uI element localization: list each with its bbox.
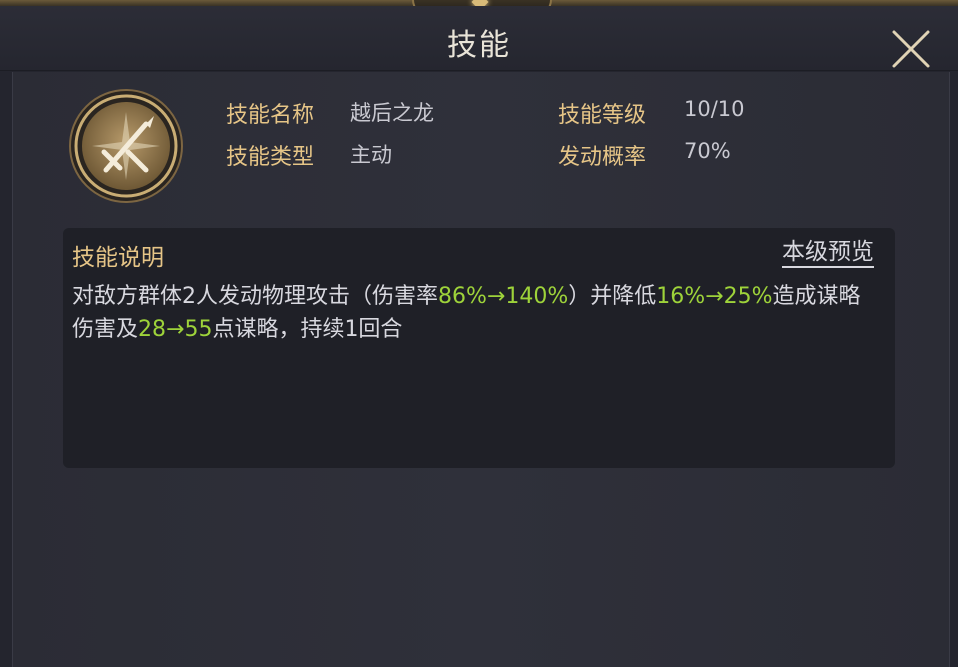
dialog-header: 技能 [0, 6, 958, 71]
dialog-title: 技能 [447, 28, 511, 63]
skill-name-label: 技能名称 [226, 103, 315, 128]
skill-name-value: 越后之龙 [350, 101, 434, 125]
strategy-highlight: 28→55 [138, 317, 213, 342]
level-preview-link[interactable]: 本级预览 [782, 238, 874, 268]
description-text: 对敌方群体2人发动物理攻击（伤害率86%→140%）并降低16%→25%造成谋略… [72, 280, 872, 346]
skill-level-label: 技能等级 [558, 103, 647, 128]
reduction-highlight: 16%→25% [656, 284, 773, 309]
trigger-rate-value: 70% [684, 139, 731, 163]
skill-type-label: 技能类型 [226, 145, 315, 170]
description-segment: ）并降低 [568, 284, 657, 309]
description-segment: 点谋略，持续1回合 [212, 317, 403, 342]
close-button[interactable] [888, 26, 934, 72]
description-title: 技能说明 [72, 245, 164, 271]
skill-crossed-swords-icon [68, 88, 184, 204]
close-icon [892, 30, 930, 68]
damage-rate-highlight: 86%→140% [438, 284, 569, 309]
skill-type-value: 主动 [350, 143, 392, 167]
description-segment: 对敌方群体2人发动物理攻击（伤害率 [72, 284, 438, 309]
skill-level-value: 10/10 [684, 97, 745, 121]
trigger-rate-label: 发动概率 [558, 145, 647, 170]
description-box [63, 228, 895, 468]
